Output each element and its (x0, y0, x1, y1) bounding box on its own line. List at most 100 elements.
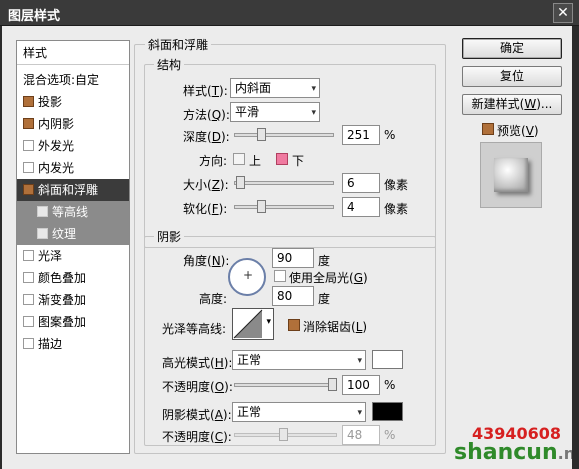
shadow-opacity-label: 不透明度(C): (162, 430, 232, 444)
style-list-item[interactable]: 混合选项:自定 (17, 69, 129, 91)
preview-checkbox[interactable] (482, 123, 494, 135)
depth-field[interactable]: 251 (342, 125, 380, 145)
style-list-header[interactable]: 样式 (17, 41, 129, 65)
title-bar: 图层样式 ✕ (0, 0, 579, 26)
size-unit: 像素 (384, 178, 409, 192)
shadow-mode-dropdown[interactable]: 正常 ▾ (232, 402, 366, 422)
style-list-item-label: 混合选项:自定 (23, 73, 100, 87)
style-list-item-checkbox[interactable] (23, 118, 34, 129)
shadow-opacity-slider[interactable] (234, 428, 337, 442)
soften-slider-thumb[interactable] (257, 200, 266, 213)
highlight-opacity-field[interactable]: 100 (342, 375, 380, 395)
style-list-item[interactable]: 斜面和浮雕 (17, 179, 129, 201)
style-list-item-label: 投影 (38, 95, 63, 109)
style-list-item[interactable]: 内发光 (17, 157, 129, 179)
style-list-item-label: 内阴影 (38, 117, 75, 131)
bevel-emboss-title: 斜面和浮雕 (145, 36, 212, 53)
global-light-checkbox[interactable] (274, 270, 286, 282)
style-list-item[interactable]: 光泽 (17, 245, 129, 267)
style-list-item[interactable]: 等高线 (17, 201, 129, 223)
altitude-field[interactable]: 80 (272, 286, 314, 306)
direction-up-radio[interactable] (233, 153, 245, 165)
highlight-color-swatch[interactable] (372, 350, 403, 369)
style-list-item-label: 内发光 (38, 161, 75, 175)
style-list-item-checkbox[interactable] (23, 250, 34, 261)
technique-dropdown[interactable]: 平滑 ▾ (230, 102, 320, 122)
style-list-item-label: 图案叠加 (38, 315, 87, 329)
style-list-item[interactable]: 纹理 (17, 223, 129, 245)
highlight-opacity-thumb[interactable] (328, 378, 337, 391)
style-list-item-checkbox[interactable] (23, 162, 34, 173)
shadow-mode-label: 阴影模式(A): (162, 408, 232, 422)
highlight-opacity-label: 不透明度(O): (162, 380, 233, 394)
chevron-down-icon: ▾ (357, 356, 362, 366)
soften-field[interactable]: 4 (342, 197, 380, 217)
depth-slider[interactable] (234, 128, 334, 142)
style-list-item-checkbox[interactable] (23, 272, 34, 283)
style-list-item[interactable]: 外发光 (17, 135, 129, 157)
antialias-label: 消除锯齿(L) (303, 320, 368, 334)
style-list-item-checkbox[interactable] (23, 338, 34, 349)
size-field[interactable]: 6 (342, 173, 380, 193)
style-list-item-label: 等高线 (52, 205, 89, 219)
direction-up-label: 上 (249, 154, 262, 168)
chevron-down-icon: ▾ (357, 408, 362, 418)
style-list-item-checkbox[interactable] (37, 206, 48, 217)
depth-label: 深度(D): (183, 130, 230, 144)
style-list-item-checkbox[interactable] (23, 184, 34, 195)
style-list-item-label: 光泽 (38, 249, 63, 263)
depth-slider-thumb[interactable] (257, 128, 266, 141)
direction-down-radio[interactable] (276, 153, 288, 165)
highlight-mode-dropdown[interactable]: 正常 ▾ (232, 350, 366, 370)
angle-label: 角度(N): (183, 254, 230, 268)
style-list-item-label: 描边 (38, 337, 63, 351)
gloss-contour-label: 光泽等高线: (162, 322, 227, 336)
style-list-item-label: 颜色叠加 (38, 271, 87, 285)
shadow-color-swatch[interactable] (372, 402, 403, 421)
style-list-item[interactable]: 投影 (17, 91, 129, 113)
angle-dial[interactable]: + (228, 258, 266, 296)
shadow-opacity-thumb[interactable] (279, 428, 288, 441)
close-button[interactable]: ✕ (553, 3, 573, 23)
gloss-contour-picker[interactable]: ▾ (232, 308, 274, 340)
style-list-item[interactable]: 渐变叠加 (17, 289, 129, 311)
style-list-item[interactable]: 描边 (17, 333, 129, 355)
background-strip (572, 26, 579, 469)
style-list-item-checkbox[interactable] (23, 316, 34, 327)
direction-down-label: 下 (292, 154, 305, 168)
style-list-item-checkbox[interactable] (23, 294, 34, 305)
size-slider-thumb[interactable] (236, 176, 245, 189)
new-style-button[interactable]: 新建样式(W)... (462, 94, 562, 115)
style-list-item-checkbox[interactable] (37, 228, 48, 239)
angle-dial-crosshair-icon: + (243, 268, 254, 282)
chevron-down-icon: ▾ (266, 317, 271, 327)
preview-thumbnail (480, 142, 542, 208)
angle-field[interactable]: 90 (272, 248, 314, 268)
preview-label: 预览(V) (497, 124, 539, 138)
chevron-down-icon: ▾ (311, 84, 316, 94)
style-list-item[interactable]: 颜色叠加 (17, 267, 129, 289)
antialias-checkbox[interactable] (288, 319, 300, 331)
size-slider[interactable] (234, 176, 334, 190)
reset-button[interactable]: 复位 (462, 66, 562, 87)
style-list-item-checkbox[interactable] (23, 96, 34, 107)
style-label: 样式(T): (183, 84, 228, 98)
style-list-item[interactable]: 内阴影 (17, 113, 129, 135)
soften-slider[interactable] (234, 200, 334, 214)
highlight-opacity-slider[interactable] (234, 378, 337, 392)
global-light-label: 使用全局光(G) (289, 271, 368, 285)
depth-unit: % (384, 128, 396, 142)
angle-unit: 度 (318, 254, 331, 268)
style-list-item[interactable]: 图案叠加 (17, 311, 129, 333)
watermark-brand: shancun.net (454, 440, 579, 465)
altitude-label: 高度: (199, 292, 228, 306)
shadow-opacity-field[interactable]: 48 (342, 425, 380, 445)
style-list-item-checkbox[interactable] (23, 140, 34, 151)
structure-legend: 结构 (154, 56, 185, 73)
style-list: 样式 混合选项:自定投影内阴影外发光内发光斜面和浮雕等高线纹理光泽颜色叠加渐变叠… (16, 40, 130, 454)
style-list-item-label: 纹理 (52, 227, 77, 241)
ok-button[interactable]: 确定 (462, 38, 562, 59)
style-list-item-label: 外发光 (38, 139, 75, 153)
style-dropdown[interactable]: 内斜面 ▾ (230, 78, 320, 98)
shadow-opacity-unit: % (384, 428, 396, 442)
